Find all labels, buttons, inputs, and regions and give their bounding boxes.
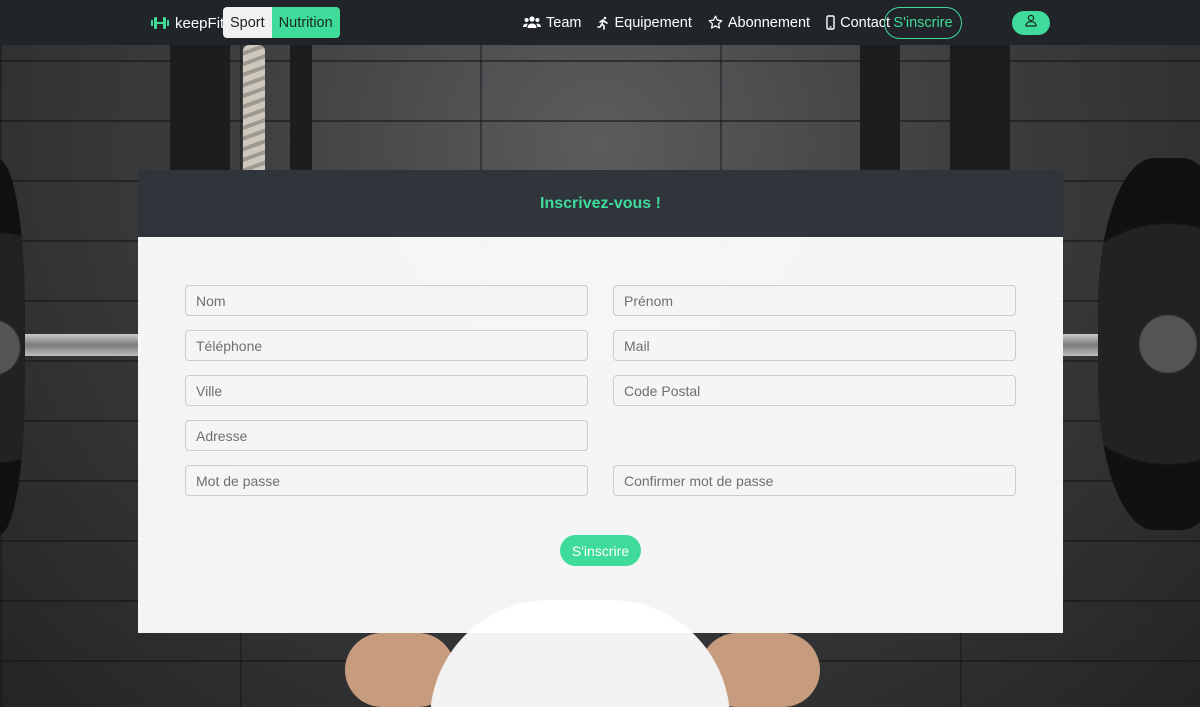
adresse-field[interactable]	[185, 420, 588, 451]
password-field[interactable]	[185, 465, 588, 496]
telephone-field[interactable]	[185, 330, 588, 361]
confirm-password-field[interactable]	[613, 465, 1016, 496]
nav-link-equipement[interactable]: Equipement	[597, 0, 692, 45]
signup-form-card: Inscrivez-vous ! S'inscrire	[138, 170, 1063, 633]
nav-link-team-label: Team	[546, 14, 582, 31]
nav-link-equipement-label: Equipement	[614, 14, 692, 31]
signup-nav-button[interactable]: S'inscrire	[884, 7, 962, 39]
submit-signup-button[interactable]: S'inscrire	[560, 535, 641, 566]
nom-field[interactable]	[185, 285, 588, 316]
running-icon	[597, 16, 609, 30]
nav-link-contact[interactable]: Contact	[826, 0, 890, 45]
brand-logo[interactable]: keepFit	[151, 12, 224, 34]
star-icon	[708, 15, 723, 30]
segment-sport[interactable]: Sport	[223, 7, 272, 38]
prenom-field[interactable]	[613, 285, 1016, 316]
card-header: Inscrivez-vous !	[138, 170, 1063, 237]
user-icon	[1025, 14, 1037, 32]
nav-link-abonnement-label: Abonnement	[727, 14, 811, 31]
mail-field[interactable]	[613, 330, 1016, 361]
smartphone-icon	[826, 15, 835, 30]
nav-link-abonnement[interactable]: Abonnement	[708, 0, 810, 45]
user-account-button[interactable]	[1012, 11, 1050, 35]
brand-name: keepFit	[175, 14, 225, 32]
dumbbell-icon	[151, 16, 169, 30]
nav-link-contact-label: Contact	[840, 14, 891, 31]
users-icon	[523, 16, 541, 29]
ville-field[interactable]	[185, 375, 588, 406]
form-title: Inscrivez-vous !	[540, 194, 661, 212]
nav-links: Team Equipement Abonnement Contact	[523, 0, 906, 45]
segment-nutrition[interactable]: Nutrition	[271, 7, 340, 38]
code-postal-field[interactable]	[613, 375, 1016, 406]
sport-nutrition-toggle: Sport Nutrition	[223, 7, 340, 38]
nav-link-team[interactable]: Team	[523, 0, 581, 45]
top-navbar: keepFit Sport Nutrition Team Equipement …	[0, 0, 1200, 45]
card-body: S'inscrire	[138, 237, 1063, 633]
